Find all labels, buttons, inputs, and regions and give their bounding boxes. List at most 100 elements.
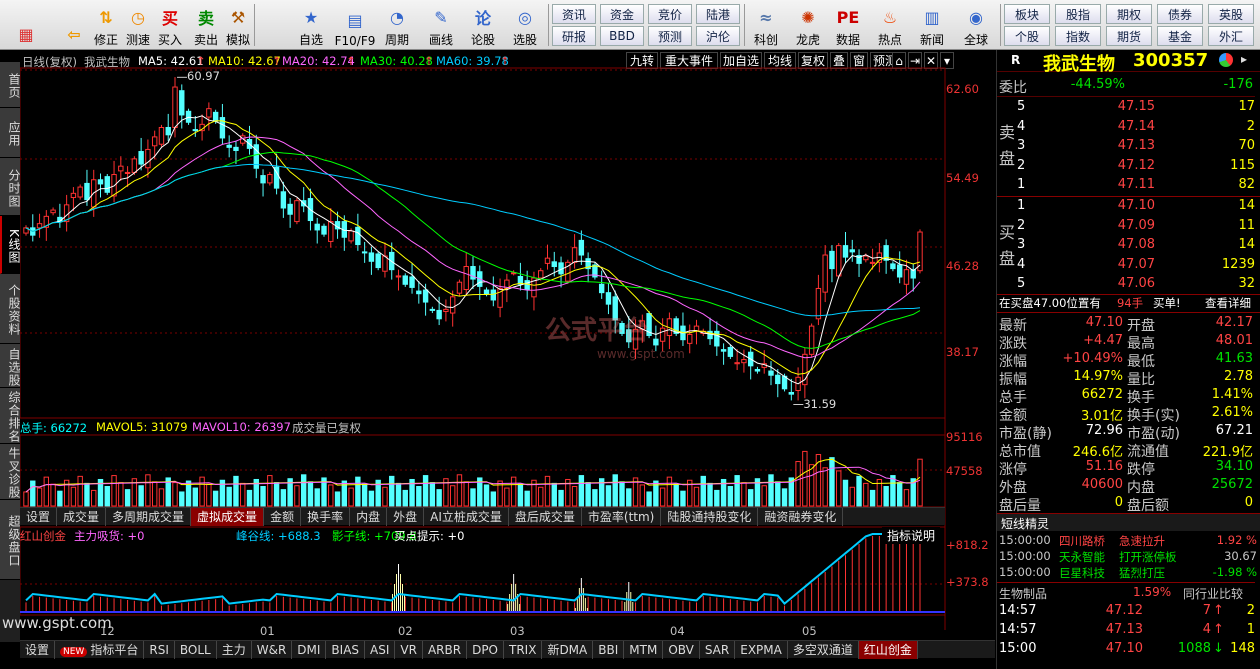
indicator-tab[interactable]: 设置	[20, 641, 56, 659]
left-tab[interactable]: 首页	[0, 62, 21, 108]
big-order-row[interactable]: 在买盘47.00位置有 94手 买单! 查看详细	[997, 295, 1255, 313]
toolbar-revise-button[interactable]: ⇅ 修正	[90, 2, 122, 48]
toolbar-grid-button[interactable]: 外汇	[1208, 26, 1254, 46]
elf-row[interactable]: 15:00:00 巨星科技 猛烈打压 -1.98 %	[997, 565, 1257, 581]
toolbar-period-button[interactable]: ◔ 周期	[376, 2, 418, 48]
indicator-help-button[interactable]: 指标说明	[882, 527, 940, 544]
indicator-tab[interactable]: OBV	[663, 641, 700, 659]
toolbar-f10-button[interactable]: ▤ F10/F9	[334, 2, 376, 49]
toolbar-grid-button[interactable]: 期货	[1106, 26, 1152, 46]
toolbar-grid-button[interactable]: 研报	[552, 26, 596, 46]
volume-indicator-tab[interactable]: 盘后成交量	[509, 508, 582, 526]
volume-indicator-tab[interactable]: 换手率	[301, 508, 351, 526]
indicator-tab[interactable]: TRIX	[504, 641, 543, 659]
sell-level-row[interactable]: 5 47.15 17	[1017, 99, 1255, 117]
toolbar-select-button[interactable]: ◎ 选股	[504, 2, 546, 48]
toolbar-pencil-button[interactable]: ✎ 画线	[420, 2, 462, 48]
indicator-tab[interactable]: ASI	[365, 641, 396, 659]
indicator-tab[interactable]: W&R	[252, 641, 293, 659]
left-tab[interactable]: 个股资料	[0, 274, 21, 344]
toolbar-gavel-button[interactable]: ⚒ 模拟	[222, 2, 254, 48]
indicator-tab[interactable]: DMI	[292, 641, 327, 659]
sell-level-row[interactable]: 4 47.14 2	[1017, 119, 1255, 137]
buy-level-row[interactable]: 2 47.09 11	[1017, 218, 1255, 236]
indicator-tab[interactable]: 红山创金	[858, 641, 918, 659]
left-tab[interactable]: 自选股	[0, 344, 21, 388]
volume-indicator-tab[interactable]: 虚拟成交量	[191, 508, 265, 526]
toolbar-grid-button[interactable]: 英股	[1208, 4, 1254, 24]
indicator-tab[interactable]: RSI	[144, 641, 175, 659]
buy-level-row[interactable]: 1 47.10 14	[1017, 198, 1255, 216]
volume-indicator-tab[interactable]: AI立桩成交量	[424, 508, 509, 526]
toolbar-grid-button[interactable]: 资金	[600, 4, 644, 24]
indicator-tab[interactable]: 多空双通道	[788, 641, 859, 659]
toolbar-grid-button[interactable]: 债券	[1157, 4, 1203, 24]
elf-row[interactable]: 15:00:00 天永智能 打开涨停板 30.67	[997, 549, 1257, 565]
volume-indicator-tab[interactable]: 多周期成交量	[106, 508, 192, 526]
indicator-tab[interactable]: NEW 指标平台	[55, 641, 145, 659]
toolbar-grid-button[interactable]: 股指	[1055, 4, 1101, 24]
indicator-tab[interactable]: ARBR	[423, 641, 468, 659]
indicator-tab[interactable]: VR	[395, 641, 423, 659]
sell-level-row[interactable]: 3 47.13 70	[1017, 138, 1255, 156]
toolbar-star-button[interactable]: ★ 自选	[290, 2, 332, 48]
elf-row[interactable]: 15:00:00 四川路桥 急速拉升 1.92 %	[997, 533, 1257, 549]
toolbar-grid-button[interactable]: 竞价	[648, 4, 692, 24]
toolbar-grid-button[interactable]: 基金	[1157, 26, 1203, 46]
toolbar-dragon-button[interactable]: ✺ 龙虎	[788, 2, 828, 48]
buy-level-row[interactable]: 4 47.07 1239	[1017, 257, 1255, 275]
toolbar-grid-button[interactable]: 指数	[1055, 26, 1101, 46]
indicator-tab[interactable]: DPO	[467, 641, 504, 659]
toolbar-grid-button[interactable]: 个股	[1004, 26, 1050, 46]
indicator-tab[interactable]: BIAS	[326, 641, 366, 659]
indicator-tab[interactable]: BOLL	[175, 641, 217, 659]
volume-indicator-tab[interactable]: 内盘	[350, 508, 388, 526]
volume-indicator-tab[interactable]: 成交量	[57, 508, 107, 526]
volume-label: 总手: 66272	[20, 421, 88, 435]
chevron-right-icon[interactable]: ▸	[1241, 52, 1247, 66]
volume-indicator-tab[interactable]: 外盘	[387, 508, 425, 526]
volume-indicator-tab[interactable]: 市盈率(ttm)	[582, 508, 662, 526]
toolbar-grid-button[interactable]: 陆港	[696, 4, 740, 24]
toolbar-pe-button[interactable]: PE 数据	[828, 2, 868, 48]
pie-icon[interactable]	[1219, 53, 1233, 67]
toolbar-globe-button[interactable]: ◉ 全球	[956, 2, 996, 48]
sell-level-row[interactable]: 1 47.11 82	[1017, 177, 1255, 195]
indicator-tab[interactable]: MTM	[624, 641, 664, 659]
indicator-tab[interactable]: EXPMA	[735, 641, 788, 659]
volume-indicator-tab[interactable]: 设置	[20, 508, 58, 526]
toolbar-grid-button[interactable]: 资讯	[552, 4, 596, 24]
toolbar-clock-button[interactable]: ◷ 测速	[122, 2, 154, 48]
left-tab[interactable]: 牛叉诊股	[0, 444, 21, 500]
sell-level-row[interactable]: 2 47.12 115	[1017, 158, 1255, 176]
left-tab[interactable]: 综合排名	[0, 388, 21, 444]
volume-indicator-tab[interactable]: 融资融券变化	[758, 508, 844, 526]
toolbar-discuss-button[interactable]: 论论股	[462, 2, 504, 48]
left-tab[interactable]: 应用	[0, 108, 21, 158]
sector-row[interactable]: 生物制品 1.59% 同行业比较	[997, 582, 1255, 602]
toolbar-sell-button[interactable]: 卖卖出	[190, 2, 222, 48]
toolbar-hot-button[interactable]: ♨ 热点	[870, 2, 910, 48]
toolbar-grid-button[interactable]: BBD	[600, 26, 644, 46]
left-tab[interactable]: 超级盘口	[0, 500, 21, 580]
toolbar-kc-button[interactable]: ≈ 科创	[746, 2, 786, 48]
buy-level-row[interactable]: 5 47.06 32	[1017, 276, 1255, 294]
toolbar-grid-button[interactable]: 板块	[1004, 4, 1050, 24]
industry-compare-button[interactable]: 同行业比较	[1183, 585, 1243, 602]
indicator-tab[interactable]: 新DMA	[542, 641, 594, 659]
indicator-tab[interactable]: BBI	[593, 641, 625, 659]
left-tab[interactable]: K线图	[0, 216, 21, 274]
toolbar-grid-button[interactable]: 预测	[648, 26, 692, 46]
toolbar-windows-button[interactable]: ▦	[4, 2, 48, 48]
view-detail-link[interactable]: 查看详细	[1205, 295, 1251, 311]
indicator-tab[interactable]: 主力	[217, 641, 252, 659]
toolbar-grid-button[interactable]: 沪伦	[696, 26, 740, 46]
indicator-tab[interactable]: SAR	[700, 641, 736, 659]
volume-indicator-tab[interactable]: 陆股通持股变化	[661, 508, 759, 526]
buy-level-row[interactable]: 3 47.08 14	[1017, 237, 1255, 255]
toolbar-news-button[interactable]: ▥ 新闻	[912, 2, 952, 48]
toolbar-buy-button[interactable]: 买买入	[154, 2, 186, 48]
left-tab[interactable]: 分时图	[0, 158, 21, 216]
toolbar-grid-button[interactable]: 期权	[1106, 4, 1152, 24]
volume-indicator-tab[interactable]: 金额	[264, 508, 302, 526]
